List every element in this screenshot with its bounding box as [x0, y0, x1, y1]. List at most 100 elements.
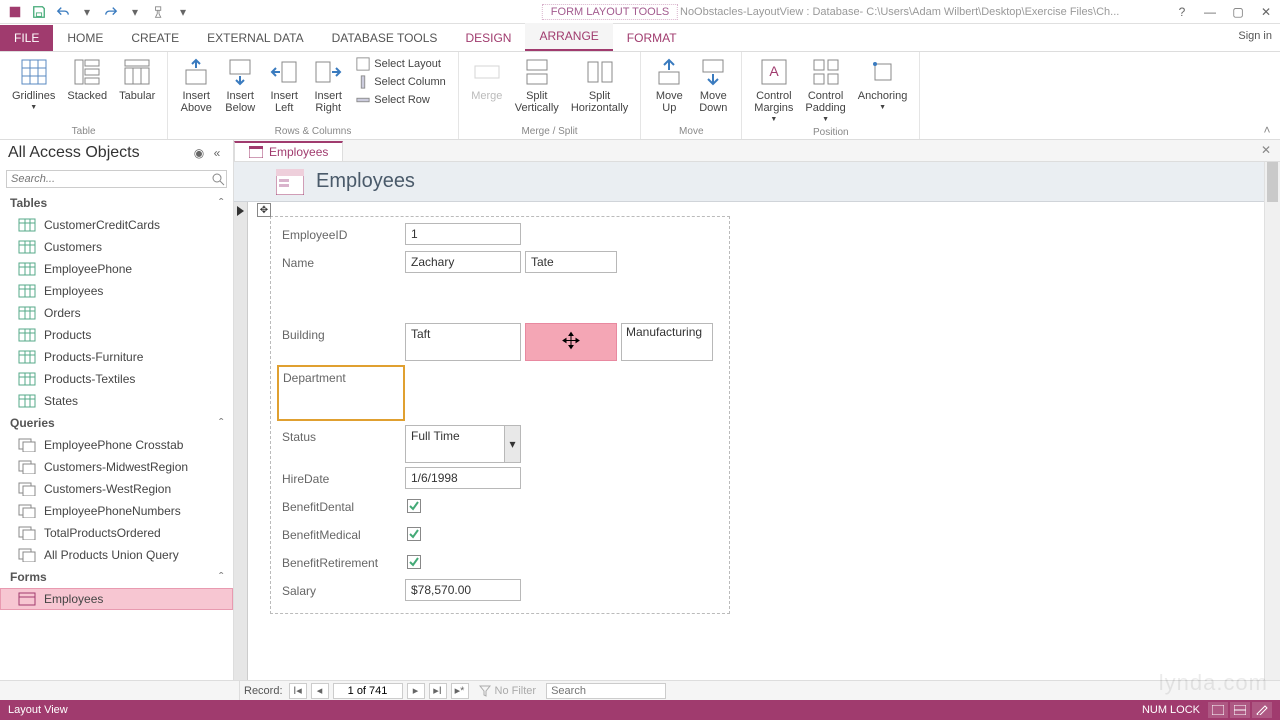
nav-table-item[interactable]: Products — [0, 324, 233, 346]
label-status[interactable]: Status — [277, 425, 405, 449]
select-row-button[interactable]: Select Row — [352, 92, 450, 108]
label-employee-id[interactable]: EmployeeID — [277, 223, 405, 247]
checkbox-benefit-retirement[interactable] — [407, 555, 421, 569]
label-department[interactable]: Department — [277, 365, 405, 421]
nav-query-item[interactable]: EmployeePhone Crosstab — [0, 434, 233, 456]
field-building[interactable]: Taft — [405, 323, 521, 361]
split-vertically-button[interactable]: Split Vertically — [511, 54, 563, 116]
nav-table-item[interactable]: CustomerCreditCards — [0, 214, 233, 236]
new-record-button[interactable]: ▸* — [451, 683, 469, 699]
navpane-collapse-icon[interactable]: « — [209, 145, 225, 161]
next-record-button[interactable]: ▸ — [407, 683, 425, 699]
nav-table-item[interactable]: Employees — [0, 280, 233, 302]
minimize-icon[interactable]: — — [1196, 2, 1224, 22]
nav-table-item[interactable]: Customers — [0, 236, 233, 258]
redo-icon[interactable] — [100, 2, 122, 22]
nav-query-item[interactable]: EmployeePhoneNumbers — [0, 500, 233, 522]
label-building[interactable]: Building — [277, 323, 405, 347]
help-icon[interactable]: ? — [1168, 2, 1196, 22]
move-down-button[interactable]: Move Down — [693, 54, 733, 116]
qat-customize-icon[interactable]: ▾ — [172, 2, 194, 22]
field-hire-date[interactable]: 1/6/1998 — [405, 467, 521, 489]
label-benefit-medical[interactable]: BenefitMedical — [277, 523, 405, 547]
drop-target-cell[interactable] — [525, 323, 617, 361]
label-name[interactable]: Name — [277, 251, 405, 275]
collapse-ribbon-icon[interactable]: ˄ — [1258, 123, 1276, 137]
checkbox-benefit-medical[interactable] — [407, 527, 421, 541]
navpane-header[interactable]: All Access Objects ◉ « — [0, 140, 233, 166]
design-view-button[interactable] — [1252, 702, 1272, 718]
nav-table-item[interactable]: States — [0, 390, 233, 412]
nav-table-item[interactable]: Orders — [0, 302, 233, 324]
access-app-icon[interactable] — [4, 2, 26, 22]
select-layout-button[interactable]: Select Layout — [352, 56, 450, 72]
tab-arrange[interactable]: ARRANGE — [525, 23, 612, 51]
control-padding-button[interactable]: Control Padding▼ — [801, 54, 849, 126]
field-first-name[interactable]: Zachary — [405, 251, 521, 273]
move-up-button[interactable]: Move Up — [649, 54, 689, 116]
record-position-input[interactable] — [333, 683, 403, 699]
select-column-button[interactable]: Select Column — [352, 74, 450, 90]
form-view-button[interactable] — [1208, 702, 1228, 718]
redo-dropdown-icon[interactable]: ▾ — [124, 2, 146, 22]
nav-table-item[interactable]: Products-Furniture — [0, 346, 233, 368]
insert-right-button[interactable]: Insert Right — [308, 54, 348, 116]
record-selector[interactable] — [234, 202, 248, 680]
tab-file[interactable]: FILE — [0, 25, 53, 51]
form-layout-grid[interactable]: ✥ EmployeeID 1 Name Zachary Tate Buildin… — [270, 216, 730, 614]
format-painter-icon[interactable] — [148, 2, 170, 22]
maximize-icon[interactable]: ▢ — [1224, 2, 1252, 22]
tab-format[interactable]: FORMAT — [613, 25, 691, 51]
nav-query-item[interactable]: Customers-MidwestRegion — [0, 456, 233, 478]
sign-in-link[interactable]: Sign in — [1238, 30, 1272, 42]
undo-icon[interactable] — [52, 2, 74, 22]
close-document-icon[interactable]: ✕ — [1258, 142, 1274, 158]
stacked-button[interactable]: Stacked — [63, 54, 111, 104]
field-status[interactable]: Full Time▾ — [405, 425, 521, 463]
insert-above-button[interactable]: Insert Above — [176, 54, 216, 116]
save-icon[interactable] — [28, 2, 50, 22]
scrollbar-thumb[interactable] — [1267, 162, 1278, 202]
record-search-input[interactable] — [546, 683, 666, 699]
undo-dropdown-icon[interactable]: ▾ — [76, 2, 98, 22]
field-salary[interactable]: $78,570.00 — [405, 579, 521, 601]
tab-create[interactable]: CREATE — [117, 25, 193, 51]
checkbox-benefit-dental[interactable] — [407, 499, 421, 513]
gridlines-button[interactable]: Gridlines▼ — [8, 54, 59, 114]
nav-table-item[interactable]: EmployeePhone — [0, 258, 233, 280]
field-last-name[interactable]: Tate — [525, 251, 617, 273]
label-benefit-dental[interactable]: BenefitDental — [277, 495, 405, 519]
doc-tab-employees[interactable]: Employees — [234, 141, 343, 161]
navpane-search-input[interactable] — [6, 170, 227, 188]
first-record-button[interactable]: I◂ — [289, 683, 307, 699]
layout-select-handle-icon[interactable]: ✥ — [257, 203, 271, 217]
close-icon[interactable]: ✕ — [1252, 2, 1280, 22]
nav-query-item[interactable]: TotalProductsOrdered — [0, 522, 233, 544]
dropdown-icon[interactable]: ▾ — [504, 426, 520, 462]
vertical-scrollbar[interactable] — [1264, 162, 1280, 680]
nav-group-queries[interactable]: Queriesˆ — [0, 412, 233, 434]
nav-query-item[interactable]: Customers-WestRegion — [0, 478, 233, 500]
last-record-button[interactable]: ▸I — [429, 683, 447, 699]
nav-table-item[interactable]: Products-Textiles — [0, 368, 233, 390]
insert-below-button[interactable]: Insert Below — [220, 54, 260, 116]
anchoring-button[interactable]: Anchoring▼ — [854, 54, 912, 114]
filter-indicator[interactable]: No Filter — [473, 685, 543, 697]
nav-group-tables[interactable]: Tablesˆ — [0, 192, 233, 214]
field-department-value[interactable]: Manufacturing — [621, 323, 713, 361]
layout-view-button[interactable] — [1230, 702, 1250, 718]
insert-left-button[interactable]: Insert Left — [264, 54, 304, 116]
navpane-dropdown-icon[interactable]: ◉ — [191, 145, 207, 161]
control-margins-button[interactable]: AControl Margins▼ — [750, 54, 797, 126]
prev-record-button[interactable]: ◂ — [311, 683, 329, 699]
tab-design[interactable]: DESIGN — [451, 25, 525, 51]
nav-query-item[interactable]: All Products Union Query — [0, 544, 233, 566]
label-hire-date[interactable]: HireDate — [277, 467, 405, 491]
tab-home[interactable]: HOME — [53, 25, 117, 51]
tabular-button[interactable]: Tabular — [115, 54, 159, 104]
field-employee-id[interactable]: 1 — [405, 223, 521, 245]
label-salary[interactable]: Salary — [277, 579, 405, 603]
split-horizontally-button[interactable]: Split Horizontally — [567, 54, 632, 116]
label-benefit-retirement[interactable]: BenefitRetirement — [277, 551, 405, 575]
nav-group-forms[interactable]: Formsˆ — [0, 566, 233, 588]
